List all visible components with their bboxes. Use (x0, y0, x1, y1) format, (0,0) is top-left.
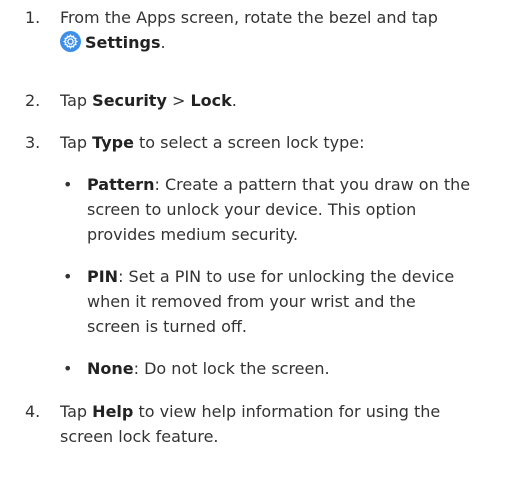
bullet-dot: • (63, 175, 73, 194)
step-text: From the Apps screen, rotate the bezel a… (60, 5, 520, 55)
option-text: PIN: Set a PIN to use for unlocking the … (87, 264, 517, 339)
step-3-line: Tap Type to select a screen lock type: (60, 130, 520, 155)
option-pattern: • Pattern: Create a pattern that you dra… (0, 172, 527, 247)
pattern-label: Pattern (87, 175, 155, 194)
option-line: Pattern: Create a pattern that you draw … (87, 172, 517, 197)
option-line: screen is turned off. (87, 317, 247, 336)
tap-text: Tap (60, 91, 93, 110)
pin-label: PIN (87, 267, 119, 286)
option-pin: • PIN: Set a PIN to use for unlocking th… (0, 264, 527, 339)
bullet-dot: • (63, 359, 73, 378)
step-text: Tap Type to select a screen lock type: (60, 130, 520, 155)
option-line: screen to unlock your device. This optio… (87, 200, 417, 219)
step-number: 3. (25, 133, 41, 152)
help-label: Help (92, 402, 134, 421)
step-2: 2. Tap Security > Lock. (0, 88, 527, 113)
step-1-line-2: Settings. (60, 30, 520, 55)
option-none: • None: Do not lock the screen. (0, 356, 527, 381)
option-desc: : Create a pattern that you draw on the (154, 175, 471, 194)
option-line: None: Do not lock the screen. (87, 356, 517, 381)
type-label: Type (92, 133, 134, 152)
step-4: 4. Tap Help to view help information for… (0, 399, 527, 449)
option-line: PIN: Set a PIN to use for unlocking the … (87, 264, 517, 289)
option-text: None: Do not lock the screen. (87, 356, 517, 381)
tap-text: Tap (60, 402, 93, 421)
option-line: provides medium security. (87, 225, 299, 244)
option-text: Pattern: Create a pattern that you draw … (87, 172, 517, 247)
option-desc: : Set a PIN to use for unlocking the dev… (118, 267, 455, 286)
option-line: when it removed from your wrist and the (87, 292, 416, 311)
punctuation: . (231, 91, 237, 110)
lock-label: Lock (190, 91, 232, 110)
punctuation: . (160, 33, 166, 52)
none-label: None (87, 359, 134, 378)
gear-icon (60, 31, 81, 52)
security-label: Security (92, 91, 167, 110)
step-4-line-1: Tap Help to view help information for us… (60, 399, 520, 424)
step-number: 1. (25, 8, 41, 27)
step-number: 2. (25, 91, 41, 110)
step-text: Tap Security > Lock. (60, 88, 520, 113)
step-1: 1. From the Apps screen, rotate the beze… (0, 5, 527, 55)
step-3-rest: to select a screen lock type: (133, 133, 365, 152)
step-number: 4. (25, 402, 41, 421)
settings-label: Settings (85, 33, 161, 52)
step-4-line-2: screen lock feature. (60, 427, 219, 446)
step-1-line-1: From the Apps screen, rotate the bezel a… (60, 8, 438, 27)
step-text: Tap Help to view help information for us… (60, 399, 520, 449)
option-desc: : Do not lock the screen. (133, 359, 330, 378)
step-2-line: Tap Security > Lock. (60, 88, 520, 113)
step-4-rest: to view help information for using the (133, 402, 441, 421)
step-3: 3. Tap Type to select a screen lock type… (0, 130, 527, 155)
bullet-dot: • (63, 267, 73, 286)
separator: > (166, 91, 191, 110)
tap-text: Tap (60, 133, 93, 152)
